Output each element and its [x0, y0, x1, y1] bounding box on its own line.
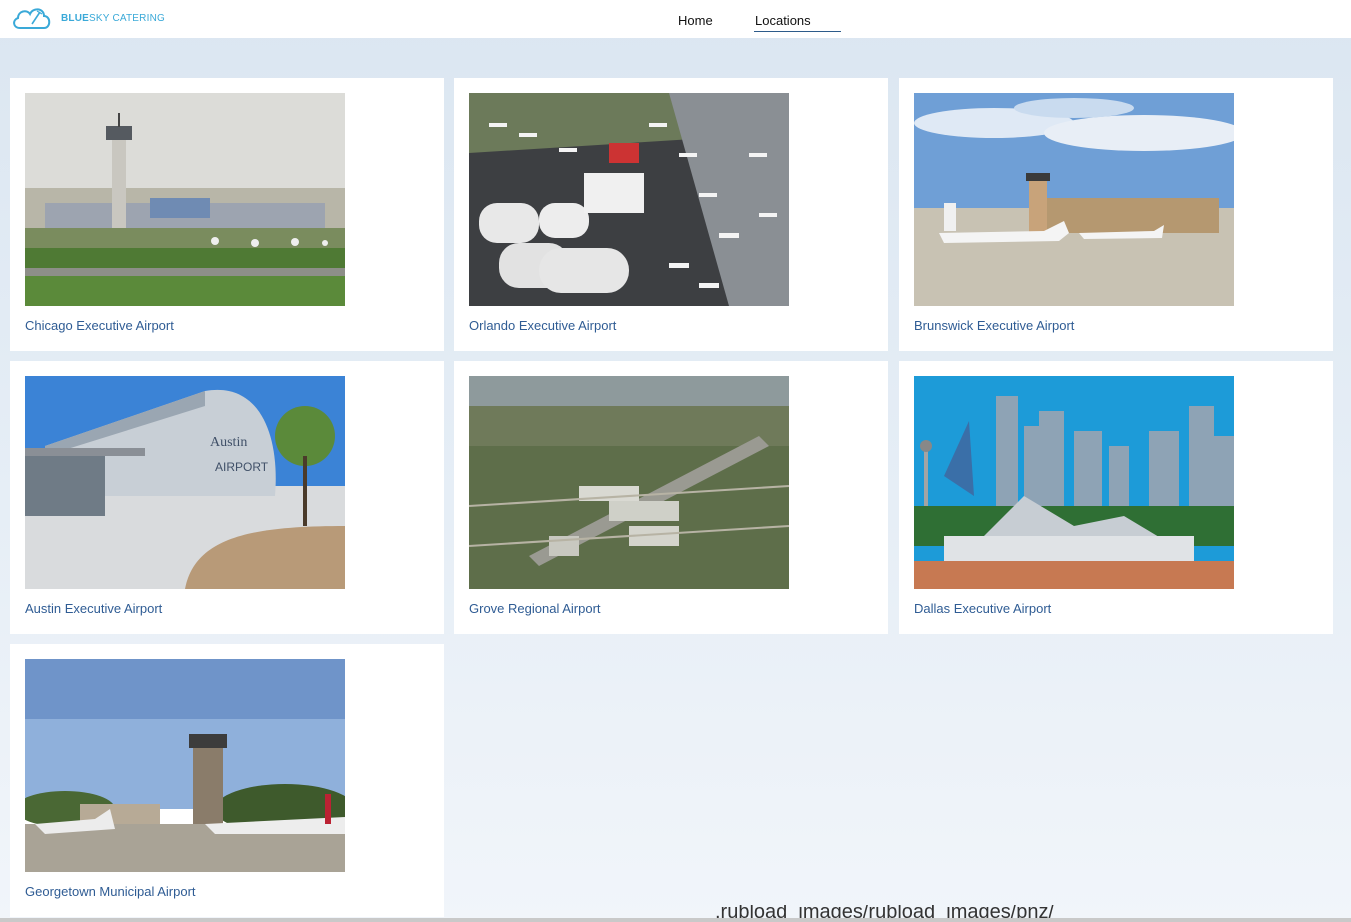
bottom-divider — [0, 918, 1351, 922]
location-image[interactable]: Austin AIRPORT — [25, 376, 345, 589]
location-name[interactable]: Brunswick Executive Airport — [914, 318, 1074, 333]
location-image[interactable] — [25, 93, 345, 306]
location-name[interactable]: Orlando Executive Airport — [469, 318, 616, 333]
location-card[interactable]: Orlando Executive Airport — [454, 78, 888, 351]
location-image[interactable] — [914, 376, 1234, 589]
top-navigation-bar: BLUESKY CATERING Home Locations — [0, 0, 1351, 38]
location-name[interactable]: Chicago Executive Airport — [25, 318, 174, 333]
location-image[interactable] — [469, 376, 789, 589]
location-name[interactable]: Grove Regional Airport — [469, 601, 601, 616]
nav-home-link[interactable]: Home — [678, 13, 713, 28]
active-nav-indicator — [754, 31, 841, 32]
location-name[interactable]: Dallas Executive Airport — [914, 601, 1051, 616]
brand-name: BLUESKY CATERING — [61, 12, 165, 24]
location-card[interactable]: Chicago Executive Airport — [10, 78, 444, 351]
brand-logo[interactable]: BLUESKY CATERING — [10, 4, 165, 32]
location-image[interactable] — [914, 93, 1234, 306]
nav-locations-link[interactable]: Locations — [755, 13, 811, 28]
svg-text:AIRPORT: AIRPORT — [215, 460, 269, 474]
location-card[interactable]: Dallas Executive Airport — [899, 361, 1333, 634]
svg-text:Austin: Austin — [210, 435, 247, 450]
location-image[interactable] — [25, 659, 345, 872]
location-name[interactable]: Georgetown Municipal Airport — [25, 884, 196, 899]
location-card[interactable]: Grove Regional Airport — [454, 361, 888, 634]
location-card[interactable]: Brunswick Executive Airport — [899, 78, 1333, 351]
location-name[interactable]: Austin Executive Airport — [25, 601, 162, 616]
location-card[interactable]: Georgetown Municipal Airport — [10, 644, 444, 917]
location-image[interactable] — [469, 93, 789, 306]
location-card[interactable]: Austin AIRPORT Austin Executive Airport — [10, 361, 444, 634]
cloud-fork-icon — [13, 8, 51, 29]
